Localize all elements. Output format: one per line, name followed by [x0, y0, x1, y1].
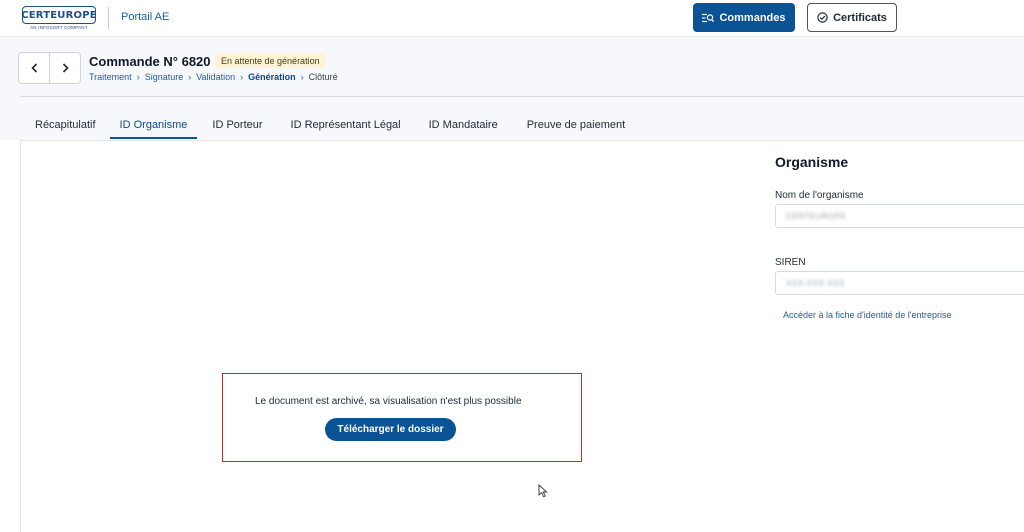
order-title: Commande N° 6820: [89, 54, 211, 69]
siren-value: XXX-XXX-XXX: [786, 278, 845, 288]
chevron-right-icon: [62, 63, 69, 73]
app-name[interactable]: Portail AE: [121, 11, 169, 23]
organisme-title: Organisme: [775, 154, 849, 170]
header-separator: [108, 7, 109, 29]
top-header: CERTEUROPE AN INFOCERT COMPANY Portail A…: [0, 0, 1024, 37]
mouse-cursor-icon: [538, 484, 548, 498]
breadcrumb-step-cloture: Clôturé: [308, 72, 338, 82]
breadcrumb-step-signature[interactable]: Signature: [145, 72, 184, 82]
breadcrumb-step-generation[interactable]: Génération: [248, 72, 296, 82]
tab-preuve-de-paiement[interactable]: Preuve de paiement: [517, 119, 635, 139]
chevron-right-icon: ›: [300, 72, 304, 82]
logo-text: CERTEUROPE: [21, 6, 97, 24]
next-order-button[interactable]: [49, 53, 80, 83]
commandes-label: Commandes: [719, 11, 786, 24]
archived-message: Le document est archivé, sa visualisatio…: [255, 396, 522, 407]
commandes-button[interactable]: Commandes: [693, 3, 795, 32]
breadcrumb-step-traitement[interactable]: Traitement: [89, 72, 132, 82]
chevron-right-icon: ›: [240, 72, 244, 82]
list-search-icon: [702, 13, 715, 22]
company-identity-link[interactable]: Accéder à la fiche d'identité de l'entre…: [783, 310, 952, 320]
certificats-label: Certificats: [833, 11, 887, 24]
logo-subtext: AN INFOCERT COMPANY: [30, 25, 88, 30]
organisme-name-value: CERTEUROPE: [786, 211, 847, 221]
tab-recapitulatif[interactable]: Récapitulatif: [25, 119, 106, 139]
tab-id-organisme[interactable]: ID Organisme: [109, 119, 198, 139]
certificats-button[interactable]: Certificats: [807, 3, 897, 32]
breadcrumb: Traitement › Signature › Validation › Gé…: [89, 72, 338, 82]
previous-order-button[interactable]: [19, 53, 49, 83]
check-badge-icon: [817, 12, 828, 23]
tab-id-representant-legal[interactable]: ID Représentant Légal: [281, 119, 411, 139]
organisme-name-field[interactable]: CERTEUROPE: [775, 204, 1024, 228]
siren-field[interactable]: XXX-XXX-XXX: [775, 271, 1024, 295]
download-dossier-button[interactable]: Télécharger le dossier: [325, 418, 456, 441]
chevron-right-icon: ›: [188, 72, 192, 82]
organisme-name-label: Nom de l'organisme: [775, 190, 864, 201]
chevron-left-icon: [30, 63, 37, 73]
breadcrumb-step-validation[interactable]: Validation: [196, 72, 235, 82]
order-header: Commande N° 6820 En attente de génératio…: [0, 37, 1024, 140]
tab-bar: Récapitulatif ID Organisme ID Porteur ID…: [25, 119, 635, 139]
document-viewer-panel: [20, 140, 1024, 532]
header-divider: [20, 96, 1024, 97]
chevron-right-icon: ›: [136, 72, 140, 82]
order-navigation: [18, 52, 81, 84]
archived-document-notice: Le document est archivé, sa visualisatio…: [222, 373, 582, 462]
certeurope-logo[interactable]: CERTEUROPE AN INFOCERT COMPANY: [21, 6, 97, 32]
tab-id-porteur[interactable]: ID Porteur: [202, 119, 272, 139]
siren-label: SIREN: [775, 257, 806, 268]
status-badge: En attente de génération: [215, 53, 326, 68]
tab-id-mandataire[interactable]: ID Mandataire: [419, 119, 508, 139]
